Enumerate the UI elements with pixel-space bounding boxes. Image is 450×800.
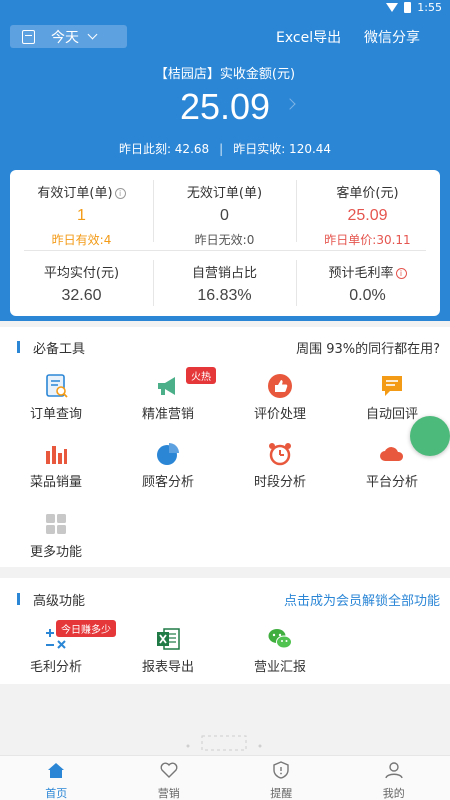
stats-card: 有效订单(单) i 1 昨日有效:4 无效订单(单) 0 昨日无效:0 客单价(元… <box>10 170 440 316</box>
stat-label: 自营销占比 <box>191 266 257 281</box>
advanced-features-section: 高级功能 点击成为会员解锁全部功能 毛利分析 今日赚多少 报表导出 营业汇报 <box>0 578 450 684</box>
section-header: 必备工具 周围 93%的同行都在用? <box>0 335 450 357</box>
alarm-clock-icon <box>269 443 291 466</box>
stat-value: 1 <box>77 207 86 224</box>
yesterday-same-time: 昨日此刻: 42.68 <box>118 142 210 156</box>
tool-name: 订单查询 <box>29 407 82 422</box>
tool-name: 评价处理 <box>253 407 306 422</box>
stat-value: 16.83% <box>197 287 252 304</box>
tool-name: 更多功能 <box>29 545 82 560</box>
bar-chart-icon <box>46 446 67 464</box>
stat-invalid-orders[interactable]: 无效订单(单) 0 昨日无效:0 <box>153 182 296 248</box>
tool-name: 菜品销量 <box>29 475 82 490</box>
tool-name: 顾客分析 <box>141 475 194 490</box>
stat-avg-paid[interactable]: 平均实付(元) 32.60 <box>10 262 153 305</box>
auto-reply-icon <box>382 376 402 396</box>
stat-value: 32.60 <box>61 287 102 304</box>
tool-name: 时段分析 <box>253 475 306 490</box>
status-bar: 1:55 <box>0 0 450 16</box>
thumbs-up-icon <box>268 374 292 398</box>
wechat-icon <box>268 629 292 649</box>
tab-reminders[interactable]: 提醒 <box>225 756 338 800</box>
tool-name: 报表导出 <box>141 660 194 675</box>
status-time: 1:55 <box>417 1 442 14</box>
tab-label: 我的 <box>382 787 405 800</box>
yesterday-actual: 昨日实收: 120.44 <box>233 142 332 156</box>
tool-name: 精准营销 <box>141 407 194 422</box>
stat-label: 预计毛利率 <box>328 266 394 281</box>
stat-valid-orders[interactable]: 有效订单(单) i 1 昨日有效:4 <box>10 182 153 248</box>
info-icon[interactable]: i <box>395 268 407 279</box>
grid-icon <box>46 514 66 534</box>
wifi-icon <box>386 3 399 12</box>
stat-value: 25.09 <box>347 207 388 224</box>
yesterday-comparison: 昨日此刻: 42.68 | 昨日实收: 120.44 <box>0 140 450 157</box>
stat-sub: 昨日无效:0 <box>194 233 255 247</box>
tool-time-period-analysis[interactable]: 时段分析 <box>230 441 330 491</box>
section-accent-bar <box>17 593 20 605</box>
section-header: 高级功能 点击成为会员解锁全部功能 <box>0 587 450 609</box>
battery-icon <box>404 2 412 13</box>
actual-amount[interactable]: 25.09 <box>0 86 450 128</box>
stat-avg-order-price[interactable]: 客单价(元) 25.09 昨日单价:30.11 <box>296 182 439 248</box>
tool-more-features[interactable]: 更多功能 <box>6 511 106 561</box>
stat-self-marketing-ratio[interactable]: 自营销占比 16.83% <box>153 262 296 305</box>
tool-review-handling[interactable]: 评价处理 <box>230 373 330 423</box>
order-search-icon <box>46 374 68 398</box>
separator: | <box>219 142 224 156</box>
excel-export-button[interactable]: Excel导出 <box>276 27 341 47</box>
section-right-text[interactable]: 周围 93%的同行都在用? <box>296 338 440 357</box>
tool-order-search[interactable]: 订单查询 <box>6 373 106 423</box>
stat-value: 0.0% <box>349 287 386 304</box>
info-icon[interactable]: i <box>114 188 126 199</box>
tool-name: 毛利分析 <box>29 660 82 675</box>
tool-customer-analysis[interactable]: 顾客分析 <box>118 441 218 491</box>
stat-sub: 昨日有效:4 <box>51 233 112 247</box>
store-amount-title: 【桔园店】实收金额(元) <box>154 67 296 82</box>
stat-gross-margin[interactable]: 预计毛利率 i 0.0% <box>296 262 439 305</box>
tool-dish-sales[interactable]: 菜品销量 <box>6 441 106 491</box>
divider <box>24 250 426 251</box>
tab-label: 营销 <box>157 787 180 800</box>
tab-label: 首页 <box>45 787 68 800</box>
wechat-share-button[interactable]: 微信分享 <box>364 27 420 47</box>
section-accent-bar <box>17 341 20 353</box>
section-title: 必备工具 <box>33 342 86 357</box>
heart-icon <box>160 762 178 778</box>
tool-name: 平台分析 <box>365 475 418 490</box>
stat-label: 客单价(元) <box>336 186 399 201</box>
earnings-badge: 今日赚多少 <box>56 620 116 637</box>
stat-label: 平均实付(元) <box>43 266 120 281</box>
date-picker[interactable]: 今天 <box>10 25 127 48</box>
stat-value: 0 <box>220 207 229 224</box>
tool-name: 营业汇报 <box>253 660 306 675</box>
cloud-icon <box>380 447 404 461</box>
tool-business-report[interactable]: 营业汇报 <box>230 626 330 676</box>
loading-placeholder-icon <box>186 735 262 751</box>
tool-report-export[interactable]: 报表导出 <box>118 626 218 676</box>
home-icon <box>48 763 65 778</box>
bottom-tab-bar: 首页 营销 提醒 我的 <box>0 755 450 800</box>
hot-badge: 火热 <box>186 367 216 384</box>
stat-label: 有效订单(单) <box>37 186 113 201</box>
section-title: 高级功能 <box>33 594 86 609</box>
tab-marketing[interactable]: 营销 <box>113 756 226 800</box>
floating-action-button[interactable] <box>410 416 450 456</box>
marketing-horn-icon <box>158 377 175 395</box>
shield-bell-icon <box>273 761 289 779</box>
essential-tools-section: 必备工具 周围 93%的同行都在用? 订单查询 精准营销 火热 评价处理 自动回… <box>0 327 450 567</box>
chevron-down-icon <box>87 29 98 40</box>
excel-icon <box>157 628 180 650</box>
member-unlock-link[interactable]: 点击成为会员解锁全部功能 <box>284 590 440 609</box>
calendar-icon <box>22 29 35 44</box>
date-label: 今天 <box>51 29 79 46</box>
tab-mine[interactable]: 我的 <box>338 756 450 800</box>
tab-label: 提醒 <box>270 787 293 800</box>
pie-chart-icon <box>157 443 179 465</box>
summary-header: 今天 Excel导出 微信分享 【桔园店】实收金额(元) 25.09 昨日此刻:… <box>0 16 450 321</box>
tab-home[interactable]: 首页 <box>0 756 113 800</box>
user-icon <box>385 762 403 779</box>
stat-sub: 昨日单价:30.11 <box>324 233 411 247</box>
stat-label: 无效订单(单) <box>186 186 263 201</box>
